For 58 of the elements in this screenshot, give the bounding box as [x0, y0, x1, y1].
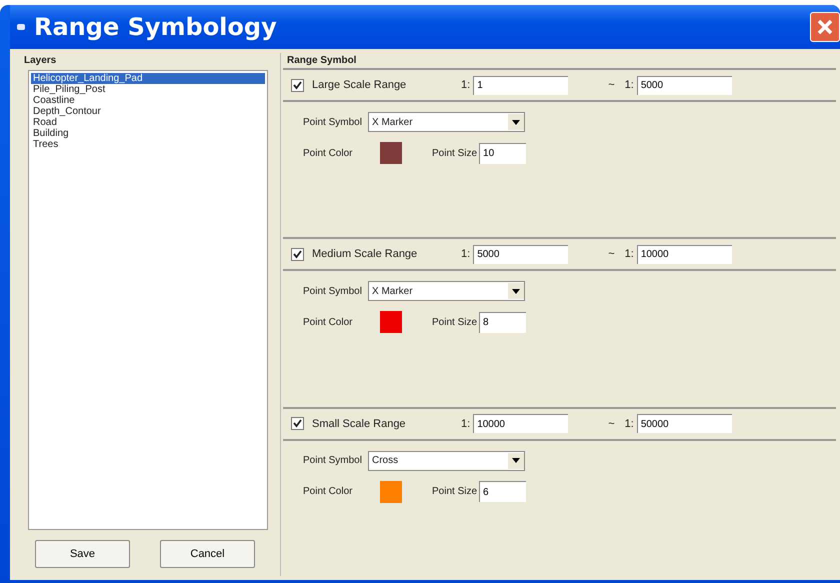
point-size-label: Point Size: [432, 486, 478, 498]
range-label: Small Scale Range: [312, 418, 406, 430]
scale-prefix: 1:: [461, 248, 470, 260]
point-size-label: Point Size: [432, 148, 478, 158]
range-separator: ~: [608, 418, 615, 430]
layer-item[interactable]: Road: [31, 117, 265, 128]
scale-to-field[interactable]: 10000: [636, 244, 732, 264]
color-swatch[interactable]: [380, 480, 402, 503]
point-size-label: Point Size: [432, 316, 478, 328]
scale-to-field[interactable]: 50000: [636, 414, 732, 434]
point-size-field[interactable]: 6: [479, 481, 526, 502]
range-separator: ~: [608, 248, 615, 260]
scale-prefix: 1:: [624, 79, 634, 91]
scale-prefix: 1:: [624, 418, 634, 430]
layers-list[interactable]: Helicopter_Landing_Pad Pile_Piling_Post Coastline Depth_Contour Road Building Trees: [28, 70, 268, 530]
scale-from-field[interactable]: 10000: [473, 414, 568, 434]
layer-item[interactable]: Helicopter_Landing_Pad: [31, 73, 265, 84]
point-symbol-label: Point Symbol: [303, 116, 363, 128]
point-symbol-dropdown[interactable]: X Marker: [368, 281, 525, 302]
layer-item[interactable]: Coastline: [31, 95, 265, 106]
scale-to-field[interactable]: 5000: [636, 76, 732, 94]
scale-prefix: 1:: [624, 248, 634, 260]
caret-icon: [512, 458, 520, 464]
caret-icon: [512, 288, 520, 294]
point-symbol-dropdown[interactable]: Cross: [368, 450, 525, 471]
point-color-label: Point Color: [303, 148, 354, 158]
caret-icon: [512, 120, 520, 124]
window-title: Range Symbology: [34, 13, 278, 41]
checkbox[interactable]: [291, 78, 304, 92]
range-label: Medium Scale Range: [312, 248, 418, 260]
layer-item[interactable]: Pile_Piling_Post: [31, 84, 265, 95]
point-symbol-dropdown[interactable]: X Marker: [368, 112, 525, 132]
range-separator: ~: [608, 79, 615, 91]
point-color-label: Point Color: [303, 316, 354, 328]
scale-from-field[interactable]: 5000: [473, 244, 568, 264]
layer-item[interactable]: Building: [31, 128, 265, 139]
point-symbol-label: Point Symbol: [303, 286, 363, 297]
point-symbol-label: Point Symbol: [303, 455, 363, 466]
scale-prefix: 1:: [461, 418, 470, 430]
range-symbol-label: Range Symbol: [286, 54, 358, 68]
point-size-field[interactable]: 8: [479, 312, 526, 333]
layer-item[interactable]: Trees: [31, 139, 265, 150]
color-swatch[interactable]: [380, 142, 402, 164]
close-button[interactable]: [810, 12, 840, 42]
checkbox[interactable]: [291, 248, 304, 261]
scale-prefix: 1:: [461, 79, 470, 91]
layer-item[interactable]: Depth_Contour: [31, 106, 265, 117]
cancel-button[interactable]: Cancel: [160, 540, 255, 568]
point-color-label: Point Color: [303, 486, 354, 498]
save-button[interactable]: Save: [35, 540, 130, 568]
color-swatch[interactable]: [380, 311, 402, 334]
layers-label: Layers: [23, 54, 58, 68]
scale-from-field[interactable]: 1: [473, 76, 568, 94]
point-size-field[interactable]: 10: [479, 142, 526, 164]
checkbox[interactable]: [291, 417, 304, 430]
close-icon: [816, 18, 834, 36]
range-label: Large Scale Range: [312, 79, 406, 91]
window-icon: [16, 22, 26, 32]
